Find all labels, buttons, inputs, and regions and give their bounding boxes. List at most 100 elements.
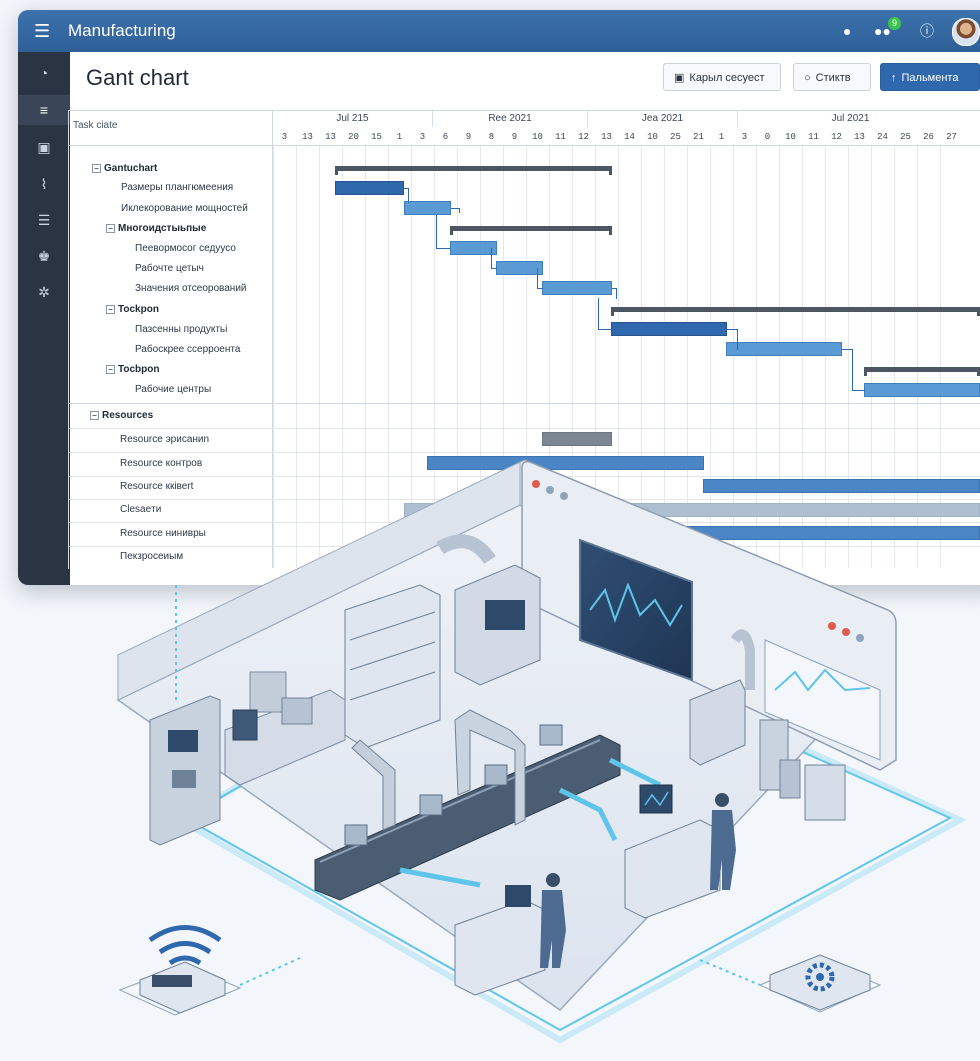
task-bar[interactable] <box>335 181 404 195</box>
task-group-label[interactable]: − Tockpon <box>106 303 159 317</box>
user-avatar[interactable] <box>952 18 980 46</box>
task-label[interactable]: Пеевормосог седуусо <box>135 242 236 256</box>
day-label: 25 <box>900 132 911 142</box>
task-bar[interactable] <box>404 201 451 215</box>
sidebar-item-list[interactable]: ≡ <box>18 95 70 125</box>
day-label: 10 <box>647 132 658 142</box>
operator-body <box>540 890 566 968</box>
day-label: 10 <box>785 132 796 142</box>
month-label: Ree 2021 <box>433 111 588 127</box>
router <box>139 961 226 1014</box>
collapse-icon[interactable]: − <box>106 304 115 314</box>
calendar-button[interactable]: ▣ Карыл сесуест <box>663 63 781 91</box>
info-icon[interactable]: ⓘ <box>920 22 934 40</box>
gantt-grid <box>68 110 980 569</box>
summary-bar[interactable] <box>864 367 980 376</box>
sidebar: ◔ ≡ ▣ ⌇ ☰ ♚ ✲ <box>18 52 70 585</box>
task-group-label[interactable]: − Tocbpon <box>106 363 159 377</box>
task-group-label[interactable]: − Gantuchart <box>92 162 157 176</box>
notification-badge: 9 <box>888 17 901 30</box>
grid-column-line <box>296 145 297 568</box>
resource-bar[interactable] <box>680 526 980 540</box>
collapse-icon[interactable]: − <box>106 364 115 374</box>
summary-bar[interactable] <box>450 226 612 235</box>
task-bar[interactable] <box>611 322 727 336</box>
task-group-label[interactable]: − Многоидстыьпые <box>106 222 206 236</box>
task-label[interactable]: Пазсенны продуктьі <box>135 323 227 337</box>
desk-monitor <box>639 784 673 814</box>
settings-icon: ✲ <box>38 284 50 300</box>
workbench <box>224 689 346 786</box>
grid-column-line <box>365 145 366 568</box>
search-button[interactable]: ○ Стиктв <box>793 63 871 91</box>
top-bar: ☰ Manufacturing ● ●● 9 ⓘ <box>18 10 980 52</box>
day-label: 0 <box>764 132 771 142</box>
task-bar[interactable] <box>450 241 497 255</box>
row-divider <box>68 452 980 453</box>
task-label[interactable]: Значения отсеорований <box>135 282 247 296</box>
day-label: 13 <box>302 132 313 142</box>
machine-box <box>249 671 287 713</box>
resource-bar[interactable] <box>542 432 612 446</box>
resource-label[interactable]: Resource контров <box>120 457 202 471</box>
resource-bar[interactable] <box>404 503 980 517</box>
database-icon: ☰ <box>37 212 51 228</box>
day-label: 1 <box>396 132 403 142</box>
sidebar-item-settings[interactable]: ✲ <box>18 277 70 307</box>
sidebar-item-dashboard[interactable]: ◔ <box>18 58 70 88</box>
resources-group-label[interactable]: − Resources <box>90 409 153 423</box>
summary-bar[interactable] <box>611 307 980 316</box>
hamburger-menu-icon[interactable]: ☰ <box>34 21 50 41</box>
sidebar-item-users[interactable]: ♚ <box>18 241 70 271</box>
day-label: 12 <box>578 132 589 142</box>
month-label: Jul 215 <box>273 111 433 127</box>
router-port <box>152 975 192 987</box>
dependency-arrow <box>852 359 865 391</box>
flow-arrow <box>608 757 662 788</box>
collapse-icon[interactable]: − <box>106 223 115 233</box>
grid-column-line <box>273 145 274 568</box>
task-label[interactable]: Иклекорование мощностей <box>121 202 248 216</box>
resource-label[interactable]: Resource кківеrt <box>120 480 193 494</box>
summary-bar[interactable] <box>335 166 612 175</box>
day-label: 20 <box>348 132 359 142</box>
sidebar-item-database[interactable]: ☰ <box>18 205 70 235</box>
task-label[interactable]: Рабочте цетыч <box>135 262 204 276</box>
cabinet-panel <box>172 770 196 788</box>
task-bar[interactable] <box>496 261 543 275</box>
collapse-icon[interactable]: − <box>90 410 99 420</box>
upload-button[interactable]: ↑ Пальмента <box>880 63 980 91</box>
sidebar-item-calendar[interactable]: ▣ <box>18 132 70 162</box>
resource-label[interactable]: Пекзросеиым <box>120 550 183 564</box>
cnc-screen <box>485 600 525 630</box>
day-label: 11 <box>808 132 819 142</box>
operator-head <box>546 873 560 887</box>
wall-chart-line <box>774 668 871 692</box>
flow-arrow <box>399 867 481 888</box>
task-label[interactable]: Рабоскрее ссерроента <box>135 343 240 357</box>
row-divider <box>68 546 980 547</box>
dependency-arrow <box>727 329 738 350</box>
window-dot <box>856 634 864 642</box>
resource-label[interactable]: Resource нинивры <box>120 527 206 541</box>
resource-label[interactable]: Сlesaeти <box>120 503 161 517</box>
flow-arrow <box>558 787 618 842</box>
router-base <box>118 964 242 1016</box>
resource-label[interactable]: Resource эрисаниn <box>120 433 209 447</box>
task-label[interactable]: Размеры плангюмеения <box>121 181 233 195</box>
day-label: 21 <box>693 132 704 142</box>
users-icon: ♚ <box>37 248 51 264</box>
pipe <box>730 629 755 690</box>
task-label[interactable]: Рабочие центры <box>135 383 211 397</box>
task-bar[interactable] <box>726 342 842 356</box>
wifi-signal <box>168 955 202 966</box>
task-bar[interactable] <box>864 383 980 397</box>
dependency-arrow <box>436 214 451 249</box>
resource-bar[interactable] <box>703 479 980 493</box>
sidebar-item-chart[interactable]: ⌇ <box>18 169 70 199</box>
data-link <box>699 959 761 986</box>
resource-bar[interactable] <box>427 456 704 470</box>
chat-icon[interactable]: ● <box>843 22 851 40</box>
collapse-icon[interactable]: − <box>92 163 101 173</box>
task-bar[interactable] <box>542 281 612 295</box>
